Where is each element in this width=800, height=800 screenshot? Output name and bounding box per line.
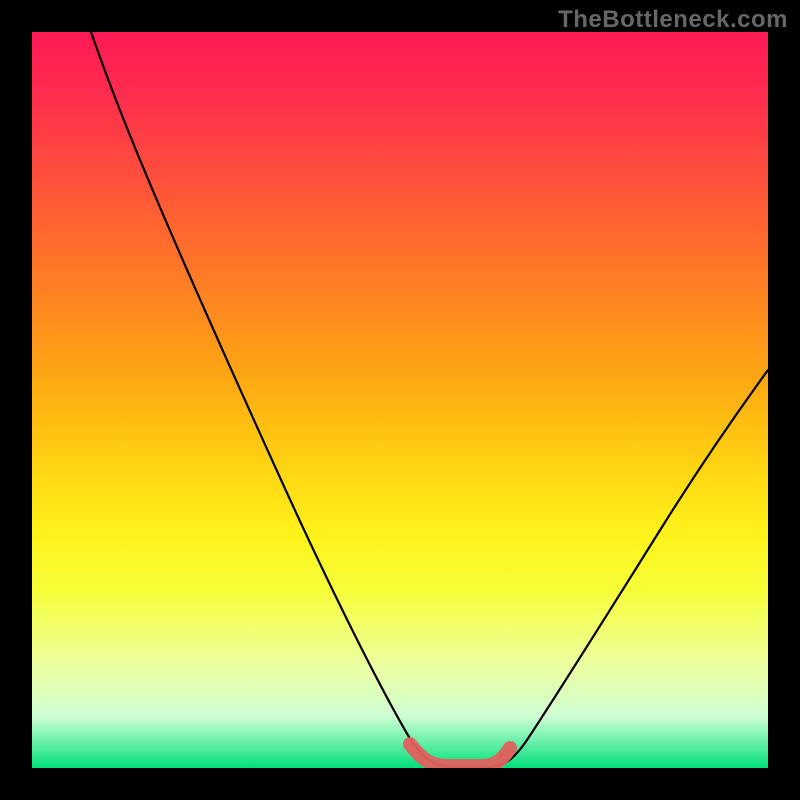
chart-frame: TheBottleneck.com [0,0,800,800]
plot-area [32,32,768,768]
optimal-range-highlight [410,744,510,766]
watermark-text: TheBottleneck.com [558,6,788,34]
chart-svg [32,32,768,768]
bottleneck-curve [91,32,768,767]
